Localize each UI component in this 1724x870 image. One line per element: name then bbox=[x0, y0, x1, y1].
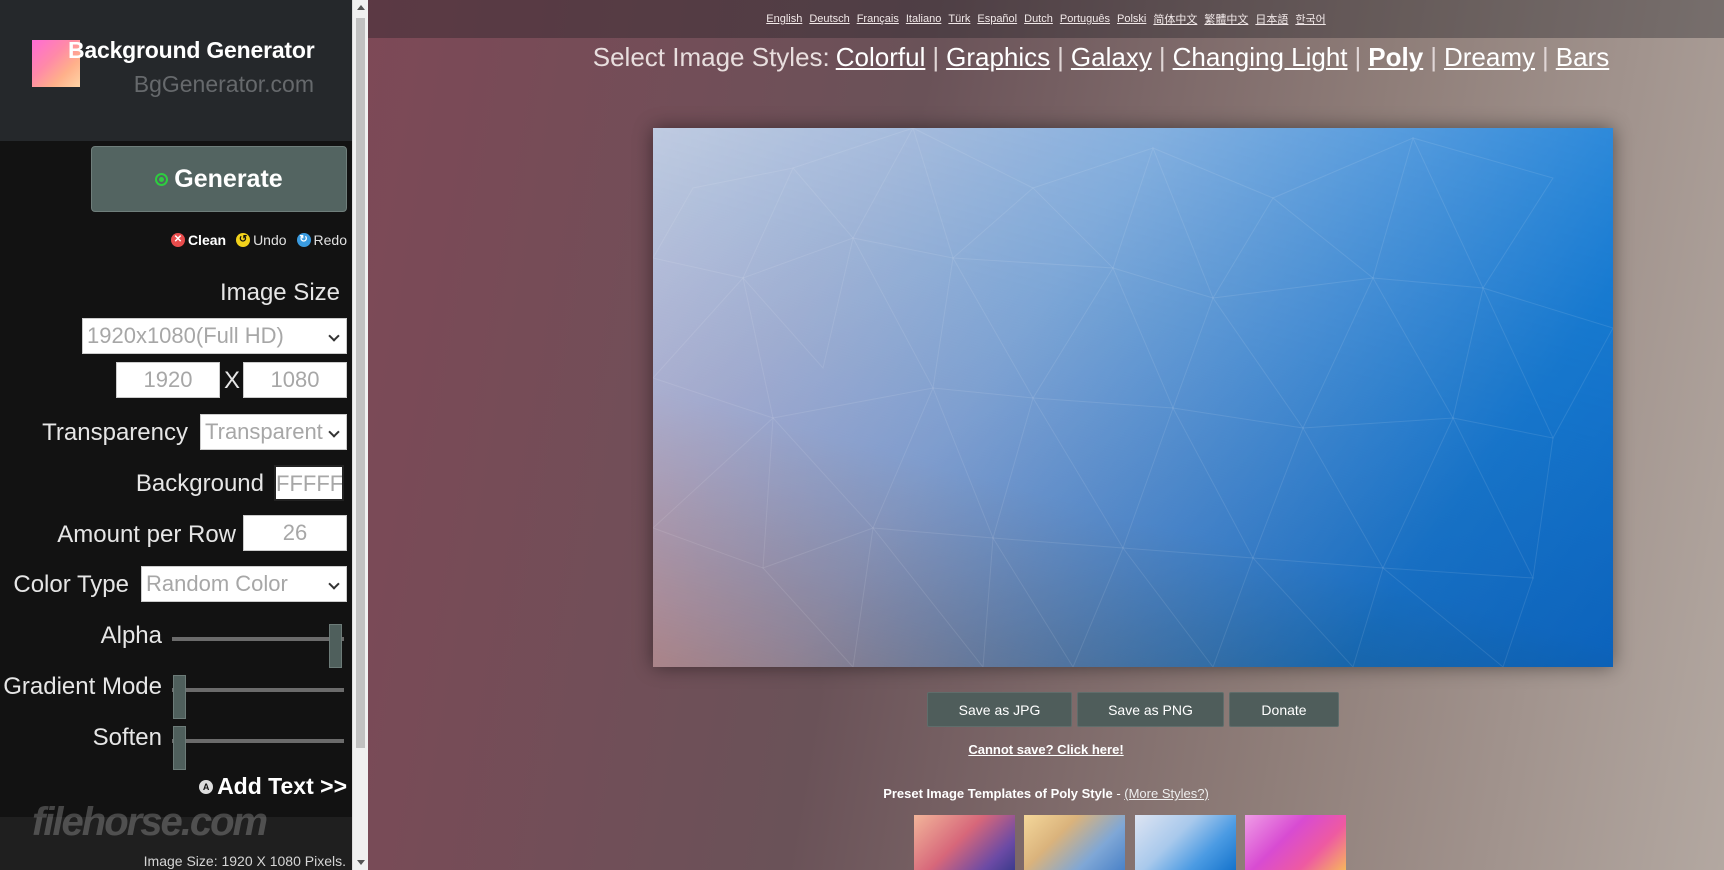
style-selector: Select Image Styles: Colorful | Graphics |… bbox=[368, 42, 1724, 73]
width-input[interactable]: 1920 bbox=[116, 362, 220, 398]
brand-subtitle: BgGenerator.com bbox=[133, 71, 314, 97]
transparency-select[interactable]: Transparent bbox=[200, 414, 347, 450]
color-type-select[interactable]: Random Color bbox=[141, 566, 347, 602]
lang-espanol[interactable]: Español bbox=[977, 13, 1017, 25]
preset-template-2[interactable] bbox=[1024, 815, 1125, 870]
undo-icon: ↺ bbox=[236, 233, 251, 247]
style-separator: | bbox=[932, 42, 940, 72]
style-bars[interactable]: Bars bbox=[1556, 42, 1609, 73]
redo-label: Redo bbox=[313, 232, 347, 248]
color-type-label: Color Type bbox=[13, 571, 129, 598]
save-jpg-button[interactable]: Save as JPG bbox=[927, 692, 1072, 727]
preset-template-4[interactable] bbox=[1245, 815, 1346, 870]
image-size-select[interactable]: 1920x1080(Full HD) bbox=[82, 318, 347, 354]
lang-francais[interactable]: Français bbox=[857, 13, 899, 25]
style-galaxy[interactable]: Galaxy bbox=[1071, 42, 1152, 73]
lang-japanese[interactable]: 日本語 bbox=[1255, 11, 1288, 27]
style-selector-prefix: Select Image Styles: bbox=[592, 42, 830, 72]
style-poly[interactable]: Poly bbox=[1368, 42, 1423, 73]
brand-header: Background Generator BgGenerator.com bbox=[0, 0, 352, 141]
add-text-label: Add Text >> bbox=[217, 773, 347, 799]
clean-button[interactable]: ✕ Clean bbox=[170, 232, 227, 248]
soften-slider-track[interactable] bbox=[172, 739, 344, 743]
clean-icon: ✕ bbox=[170, 233, 185, 247]
undo-button[interactable]: ↺ Undo bbox=[236, 232, 287, 248]
background-color-input[interactable]: FFFFFF bbox=[274, 465, 344, 501]
lang-italiano[interactable]: Italiano bbox=[906, 13, 941, 25]
lang-simplified-chinese[interactable]: 简体中文 bbox=[1153, 11, 1197, 27]
alpha-slider-track[interactable] bbox=[172, 637, 344, 641]
soften-label: Soften bbox=[92, 724, 162, 751]
add-text-button[interactable]: A Add Text >> bbox=[199, 773, 347, 800]
lang-dutch[interactable]: Dutch bbox=[1024, 13, 1053, 25]
sidebar: Background Generator BgGenerator.com Gen… bbox=[0, 0, 352, 870]
generated-image-canvas[interactable] bbox=[653, 128, 1613, 667]
brand-title: Background Generator bbox=[68, 37, 315, 63]
preset-templates-title: Preset Image Templates of Poly Style - (… bbox=[368, 786, 1724, 801]
undo-label: Undo bbox=[253, 232, 287, 248]
preset-template-3[interactable] bbox=[1135, 815, 1236, 870]
clean-label: Clean bbox=[187, 232, 227, 248]
preset-title-separator: - bbox=[1112, 786, 1125, 801]
lang-english[interactable]: English bbox=[766, 13, 802, 25]
history-actions: ✕ Clean ↺ Undo ↻ Redo bbox=[170, 232, 347, 248]
style-dreamy[interactable]: Dreamy bbox=[1444, 42, 1535, 73]
style-separator: | bbox=[1430, 42, 1437, 72]
lang-turk[interactable]: Türk bbox=[948, 13, 970, 25]
preset-template-1[interactable] bbox=[914, 815, 1015, 870]
style-separator: | bbox=[1158, 42, 1166, 72]
donate-button[interactable]: Donate bbox=[1229, 692, 1339, 727]
image-size-label: Image Size bbox=[219, 279, 340, 306]
transparency-label: Transparency bbox=[42, 419, 188, 446]
save-button-row: Save as JPG Save as PNG Donate bbox=[927, 692, 1339, 727]
gradient-slider-track[interactable] bbox=[172, 688, 344, 692]
style-separator: | bbox=[1057, 42, 1064, 72]
style-colorful[interactable]: Colorful bbox=[836, 42, 926, 73]
scroll-down-icon[interactable] bbox=[357, 860, 365, 865]
generate-icon bbox=[155, 172, 169, 186]
generate-label: Generate bbox=[174, 164, 283, 193]
gradient-mode-label: Gradient Mode bbox=[3, 673, 162, 700]
scroll-thumb[interactable] bbox=[356, 18, 365, 748]
lang-traditional-chinese[interactable]: 繁體中文 bbox=[1204, 11, 1248, 27]
image-size-info: Image Size: 1920 X 1080 Pixels. bbox=[143, 853, 346, 869]
sidebar-scrollbar[interactable] bbox=[352, 0, 368, 870]
redo-button[interactable]: ↻ Redo bbox=[296, 232, 347, 248]
scroll-up-icon[interactable] bbox=[357, 5, 365, 10]
style-changing-light[interactable]: Changing Light bbox=[1173, 42, 1348, 73]
height-input[interactable]: 1080 bbox=[243, 362, 347, 398]
lang-deutsch[interactable]: Deutsch bbox=[809, 13, 849, 25]
preset-title-text: Preset Image Templates of Poly Style bbox=[883, 786, 1113, 801]
amount-label: Amount per Row bbox=[57, 521, 236, 548]
lang-portugues[interactable]: Português bbox=[1060, 13, 1110, 25]
style-separator: | bbox=[1542, 42, 1549, 72]
watermark: filehorse.com bbox=[32, 800, 268, 844]
soften-slider-handle[interactable] bbox=[173, 726, 186, 770]
style-separator: | bbox=[1354, 42, 1362, 72]
lang-polski[interactable]: Polski bbox=[1117, 13, 1146, 25]
poly-triangles bbox=[653, 128, 1613, 667]
amount-input[interactable]: 26 bbox=[243, 515, 347, 551]
generate-button[interactable]: Generate bbox=[91, 146, 347, 212]
alpha-slider-handle[interactable] bbox=[329, 624, 342, 668]
more-styles-link[interactable]: (More Styles?) bbox=[1124, 786, 1209, 801]
gradient-slider-handle[interactable] bbox=[173, 675, 186, 719]
style-graphics[interactable]: Graphics bbox=[946, 42, 1050, 73]
save-png-button[interactable]: Save as PNG bbox=[1077, 692, 1224, 727]
redo-icon: ↻ bbox=[296, 233, 311, 247]
background-label: Background bbox=[135, 470, 264, 497]
lang-korean[interactable]: 한국어 bbox=[1295, 11, 1325, 27]
cannot-save-link[interactable]: Cannot save? Click here! bbox=[368, 742, 1724, 757]
language-bar: English Deutsch Français Italiano Türk E… bbox=[368, 0, 1724, 38]
alpha-label: Alpha bbox=[100, 622, 162, 649]
x-separator: X bbox=[224, 367, 241, 394]
text-icon: A bbox=[199, 779, 214, 794]
